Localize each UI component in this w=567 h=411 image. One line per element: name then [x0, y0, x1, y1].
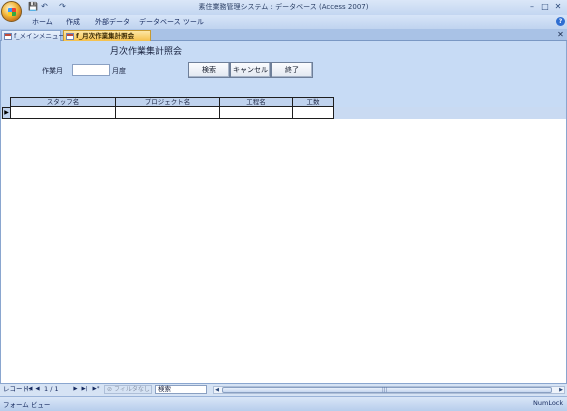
- tab-label: f_月次作業集計照会: [76, 32, 135, 40]
- column-header-project[interactable]: プロジェクト名: [116, 98, 220, 106]
- filter-label: フィルタなし: [113, 386, 150, 393]
- ribbon-tab-bar: [0, 15, 567, 29]
- form-icon: [66, 33, 74, 40]
- window-title: 素住業務管理システム : データベース (Access 2007): [198, 3, 369, 11]
- search-button[interactable]: 検索: [188, 62, 230, 78]
- ribbon-tab-home[interactable]: ホーム: [32, 17, 53, 27]
- month-suffix: 月度: [112, 67, 126, 75]
- office-button[interactable]: [1, 1, 22, 22]
- ribbon-tab-external-data[interactable]: 外部データ: [95, 17, 130, 27]
- grid-header: スタッフ名 プロジェクト名 工程名 工数: [10, 97, 334, 107]
- new-record-button[interactable]: ▶*: [91, 385, 101, 394]
- ribbon-tab-database-tools[interactable]: データベース ツール: [139, 17, 204, 27]
- close-tab-button[interactable]: ✕: [556, 30, 565, 40]
- exit-button[interactable]: 終了: [271, 62, 313, 78]
- previous-record-button[interactable]: ◀: [34, 385, 41, 394]
- scroll-thumb-grip-icon: |||: [382, 387, 388, 393]
- help-icon[interactable]: ?: [556, 17, 565, 26]
- tab-label: f_メインメニュー: [14, 32, 65, 40]
- column-header-staff[interactable]: スタッフ名: [11, 98, 116, 106]
- close-button[interactable]: ✕: [552, 2, 564, 12]
- cancel-button[interactable]: キャンセル: [230, 62, 271, 78]
- cell-hours[interactable]: [293, 107, 333, 118]
- form-title: 月次作業集計照会: [110, 47, 183, 57]
- maximize-button[interactable]: □: [539, 2, 551, 12]
- status-view-mode: フォーム ビュー: [3, 401, 51, 409]
- scroll-left-icon[interactable]: ◀: [213, 386, 221, 394]
- ribbon-tab-create[interactable]: 作成: [66, 17, 80, 27]
- search-input[interactable]: 検索: [155, 385, 207, 394]
- month-input[interactable]: [72, 64, 110, 76]
- tab-main-menu[interactable]: f_メインメニュー: [1, 30, 65, 41]
- next-record-button[interactable]: ▶: [72, 385, 79, 394]
- tab-monthly-summary[interactable]: f_月次作業集計照会: [63, 30, 151, 41]
- cell-staff[interactable]: [11, 107, 116, 118]
- status-numlock: NumLock: [533, 399, 564, 407]
- column-header-hours[interactable]: 工数: [293, 98, 333, 106]
- cell-project[interactable]: [116, 107, 220, 118]
- first-record-button[interactable]: |◀: [26, 385, 33, 394]
- form-detail-area: [1, 119, 566, 383]
- record-position[interactable]: 1 / 1: [44, 385, 59, 394]
- scroll-right-icon[interactable]: ▶: [557, 386, 565, 394]
- column-header-process[interactable]: 工程名: [220, 98, 293, 106]
- filter-status[interactable]: ⊘ フィルタなし: [104, 385, 152, 394]
- form-left-border: [0, 41, 1, 383]
- month-label: 作業月: [42, 67, 63, 75]
- filter-icon: ⊘: [107, 386, 113, 393]
- cell-process[interactable]: [220, 107, 293, 118]
- last-record-button[interactable]: ▶|: [81, 385, 88, 394]
- form-icon: [4, 33, 12, 40]
- minimize-button[interactable]: –: [526, 2, 538, 12]
- status-bar: [0, 396, 567, 411]
- table-row: [10, 107, 334, 119]
- row-selector[interactable]: ▶: [2, 107, 10, 119]
